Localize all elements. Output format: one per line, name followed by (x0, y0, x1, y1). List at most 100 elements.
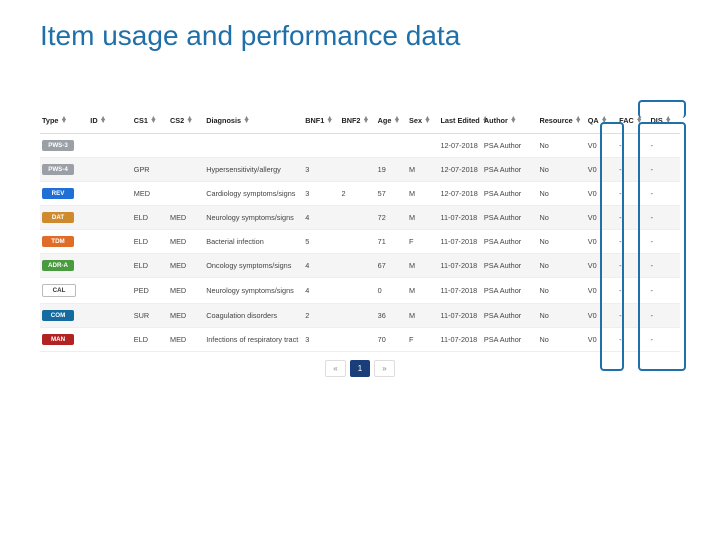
table-row[interactable]: PWS-4GPRHypersensitivity/allergy319M12-0… (40, 158, 680, 182)
cell-bnf2 (339, 328, 375, 352)
cell-bnf2 (339, 134, 375, 158)
col-dis[interactable]: DIS (649, 112, 680, 134)
cell-qa: V0 (586, 230, 617, 254)
cell-fac: - (617, 328, 648, 352)
col-bnf1[interactable]: BNF1 (303, 112, 339, 134)
col-bnf2[interactable]: BNF2 (339, 112, 375, 134)
cell-id (88, 206, 131, 230)
cell-resource: No (537, 278, 585, 304)
cell-bnf1: 3 (303, 328, 339, 352)
cell-dis: - (649, 254, 680, 278)
sort-icon (326, 117, 333, 124)
cell-resource: No (537, 304, 585, 328)
cell-fac: - (617, 254, 648, 278)
type-badge: COM (42, 310, 74, 321)
cell-author: PSA Author (482, 158, 538, 182)
table-row[interactable]: TDMELDMEDBacterial infection571F11-07-20… (40, 230, 680, 254)
col-id[interactable]: ID (88, 112, 131, 134)
cell-age: 70 (376, 328, 407, 352)
cell-sex: M (407, 254, 438, 278)
cell-last-edited: 11-07-2018 (438, 304, 481, 328)
col-last-edited[interactable]: Last Edited (438, 112, 481, 134)
sort-icon (61, 117, 68, 124)
cell-id (88, 158, 131, 182)
cell-dis: - (649, 304, 680, 328)
cell-sex (407, 134, 438, 158)
col-age[interactable]: Age (376, 112, 407, 134)
col-qa[interactable]: QA (586, 112, 617, 134)
cell-bnf2 (339, 206, 375, 230)
cell-sex: M (407, 304, 438, 328)
sort-icon (601, 117, 608, 124)
cell-bnf1: 3 (303, 182, 339, 206)
cell-age: 0 (376, 278, 407, 304)
cell-resource: No (537, 134, 585, 158)
cell-qa: V0 (586, 304, 617, 328)
table-row[interactable]: MANELDMEDInfections of respiratory tract… (40, 328, 680, 352)
cell-last-edited: 12-07-2018 (438, 134, 481, 158)
pager-current[interactable]: 1 (350, 360, 370, 377)
cell-fac: - (617, 206, 648, 230)
cell-dis: - (649, 182, 680, 206)
cell-resource: No (537, 158, 585, 182)
sort-icon (575, 117, 582, 124)
cell-dis: - (649, 206, 680, 230)
cell-age: 71 (376, 230, 407, 254)
cell-sex: M (407, 278, 438, 304)
type-badge: CAL (42, 284, 76, 297)
sort-icon (363, 117, 370, 124)
pager-prev[interactable]: « (325, 360, 345, 377)
cell-cs2: MED (168, 206, 204, 230)
table-row[interactable]: ADR-AELDMEDOncology symptoms/signs467M11… (40, 254, 680, 278)
cell-dis: - (649, 230, 680, 254)
col-fac[interactable]: FAC (617, 112, 648, 134)
cell-cs2: MED (168, 304, 204, 328)
cell-qa: V0 (586, 254, 617, 278)
pager-next[interactable]: » (374, 360, 394, 377)
cell-diagnosis: Oncology symptoms/signs (204, 254, 303, 278)
table-row[interactable]: COMSURMEDCoagulation disorders236M11-07-… (40, 304, 680, 328)
col-author[interactable]: Author (482, 112, 538, 134)
sort-icon (100, 117, 107, 124)
cell-cs1: ELD (132, 230, 168, 254)
cell-dis: - (649, 134, 680, 158)
cell-bnf1: 4 (303, 278, 339, 304)
col-sex[interactable]: Sex (407, 112, 438, 134)
cell-sex: F (407, 328, 438, 352)
cell-resource: No (537, 254, 585, 278)
cell-author: PSA Author (482, 230, 538, 254)
cell-resource: No (537, 328, 585, 352)
cell-diagnosis: Cardiology symptoms/signs (204, 182, 303, 206)
data-table-wrap: Type ID CS1 CS2 Diagnosis BNF1 BNF2 Age … (40, 112, 680, 377)
table-row[interactable]: PWS-312-07-2018PSA AuthorNoV0-- (40, 134, 680, 158)
cell-last-edited: 11-07-2018 (438, 206, 481, 230)
sort-icon (665, 117, 672, 124)
cell-cs2 (168, 158, 204, 182)
cell-cs2 (168, 134, 204, 158)
col-cs1[interactable]: CS1 (132, 112, 168, 134)
cell-diagnosis: Neurology symptoms/signs (204, 206, 303, 230)
cell-last-edited: 11-07-2018 (438, 254, 481, 278)
cell-qa: V0 (586, 158, 617, 182)
col-type[interactable]: Type (40, 112, 88, 134)
sort-icon (393, 117, 400, 124)
cell-author: PSA Author (482, 278, 538, 304)
cell-last-edited: 12-07-2018 (438, 158, 481, 182)
cell-qa: V0 (586, 206, 617, 230)
col-cs2[interactable]: CS2 (168, 112, 204, 134)
cell-diagnosis: Bacterial infection (204, 230, 303, 254)
cell-cs1: MED (132, 182, 168, 206)
cell-cs2: MED (168, 254, 204, 278)
cell-resource: No (537, 230, 585, 254)
sort-icon (636, 117, 643, 124)
table-row[interactable]: CALPEDMEDNeurology symptoms/signs40M11-0… (40, 278, 680, 304)
table-row[interactable]: REVMEDCardiology symptoms/signs3257M12-0… (40, 182, 680, 206)
col-resource[interactable]: Resource (537, 112, 585, 134)
col-diagnosis[interactable]: Diagnosis (204, 112, 303, 134)
cell-bnf2 (339, 254, 375, 278)
cell-sex: M (407, 158, 438, 182)
cell-cs2 (168, 182, 204, 206)
table-row[interactable]: DATELDMEDNeurology symptoms/signs472M11-… (40, 206, 680, 230)
cell-bnf1 (303, 134, 339, 158)
cell-cs2: MED (168, 230, 204, 254)
